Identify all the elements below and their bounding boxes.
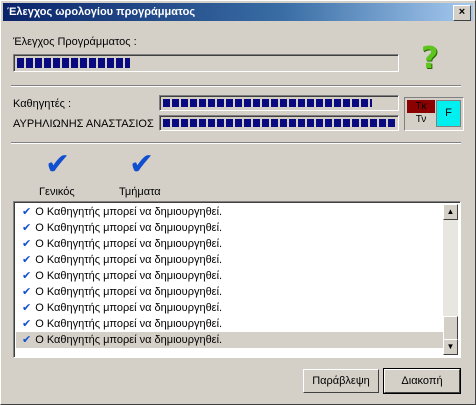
indicator-f: F xyxy=(436,100,461,127)
check-icon: ✔ xyxy=(22,221,32,234)
list-item[interactable]: ✔ Ο Καθηγητής μπορεί να δημιουργηθεί. xyxy=(16,316,443,332)
scroll-thumb[interactable] xyxy=(443,316,458,340)
list-item[interactable]: ✔ Ο Καθηγητής μπορεί να δημιουργηθεί. xyxy=(16,300,443,316)
current-teacher-progress-fill xyxy=(163,119,395,127)
list-item[interactable]: ✔ Ο Καθηγητής μπορεί να δημιουργηθεί. xyxy=(16,284,443,300)
scroll-up-icon[interactable]: ▲ xyxy=(443,204,458,220)
list-item-text: Ο Καθηγητής μπορεί να δημιουργηθεί. xyxy=(35,334,223,346)
skip-button[interactable]: Παράβλεψη xyxy=(303,369,379,393)
teachers-label: Καθηγητές : xyxy=(13,98,72,110)
status-indicator: Τκ Τν F xyxy=(404,97,464,131)
list-item-text: Ο Καθηγητής μπορεί να δημιουργηθεί. xyxy=(35,286,223,298)
close-button[interactable]: × xyxy=(453,5,471,21)
list-item-text: Ο Καθηγητής μπορεί να δημιουργηθεί. xyxy=(35,206,223,218)
list-item[interactable]: ✔ Ο Καθηγητής μπορεί να δημιουργηθεί. xyxy=(16,268,443,284)
sections-check-icon: ✔ xyxy=(129,147,155,182)
divider xyxy=(11,85,461,87)
list-item-text: Ο Καθηγητής μπορεί να δημιουργηθεί. xyxy=(35,270,223,282)
check-icon: ✔ xyxy=(22,317,32,330)
help-icon[interactable]: ? xyxy=(421,41,438,76)
current-teacher-name: ΑΥΡΗΛΙΩΝΗΣ ΑΝΑΣΤΑΣΙΟΣ xyxy=(13,118,154,130)
check-icon: ✔ xyxy=(22,269,32,282)
messages-list[interactable]: ✔ Ο Καθηγητής μπορεί να δημιουργηθεί. ✔ Ο … xyxy=(13,201,461,358)
list-item-text: Ο Καθηγητής μπορεί να δημιουργηθεί. xyxy=(35,222,223,234)
stop-button[interactable]: Διακοπή xyxy=(383,368,461,394)
indicator-tv: Τν xyxy=(415,114,427,125)
check-icon: ✔ xyxy=(22,253,32,266)
messages-list-content: ✔ Ο Καθηγητής μπορεί να δημιουργηθεί. ✔ Ο … xyxy=(16,204,443,348)
general-check-icon: ✔ xyxy=(45,147,71,182)
window-title: Έλεγχος ωρολογίου προγράμματος xyxy=(7,6,196,18)
title-bar[interactable]: Έλεγχος ωρολογίου προγράμματος × xyxy=(3,3,473,21)
teachers-progress xyxy=(159,95,399,111)
current-teacher-progress xyxy=(159,115,399,131)
list-item-text: Ο Καθηγητής μπορεί να δημιουργηθεί. xyxy=(35,318,223,330)
program-check-progress-fill xyxy=(17,58,130,68)
scroll-down-icon[interactable]: ▼ xyxy=(443,339,458,355)
general-check-label: Γενικός xyxy=(39,186,75,198)
list-item[interactable]: ✔ Ο Καθηγητής μπορεί να δημιουργηθεί. xyxy=(16,220,443,236)
check-icon: ✔ xyxy=(22,237,32,250)
list-item-text: Ο Καθηγητής μπορεί να δημιουργηθεί. xyxy=(35,302,223,314)
list-item-text: Ο Καθηγητής μπορεί να δημιουργηθεί. xyxy=(35,238,223,250)
indicator-tk: Τκ xyxy=(407,100,435,113)
check-icon: ✔ xyxy=(22,333,32,346)
check-icon: ✔ xyxy=(22,301,32,314)
teachers-progress-fill xyxy=(163,99,372,107)
vertical-scrollbar[interactable]: ▲ ▼ xyxy=(443,204,458,355)
sections-check-label: Τμήματα xyxy=(119,186,161,198)
check-icon: ✔ xyxy=(22,205,32,218)
list-item[interactable]: ✔ Ο Καθηγητής μπορεί να δημιουργηθεί. xyxy=(16,204,443,220)
list-item[interactable]: ✔ Ο Καθηγητής μπορεί να δημιουργηθεί. xyxy=(16,236,443,252)
divider xyxy=(11,142,461,144)
list-item-text: Ο Καθηγητής μπορεί να δημιουργηθεί. xyxy=(35,254,223,266)
program-check-label: Έλεγχος Προγράμματος : xyxy=(13,36,137,48)
check-icon: ✔ xyxy=(22,285,32,298)
list-item[interactable]: ✔ Ο Καθηγητής μπορεί να δημιουργηθεί. xyxy=(16,252,443,268)
dialog-window: Έλεγχος ωρολογίου προγράμματος × Έλεγχος… xyxy=(0,0,476,405)
list-item-selected[interactable]: ✔ Ο Καθηγητής μπορεί να δημιουργηθεί. xyxy=(16,332,443,348)
program-check-progress xyxy=(13,54,399,72)
